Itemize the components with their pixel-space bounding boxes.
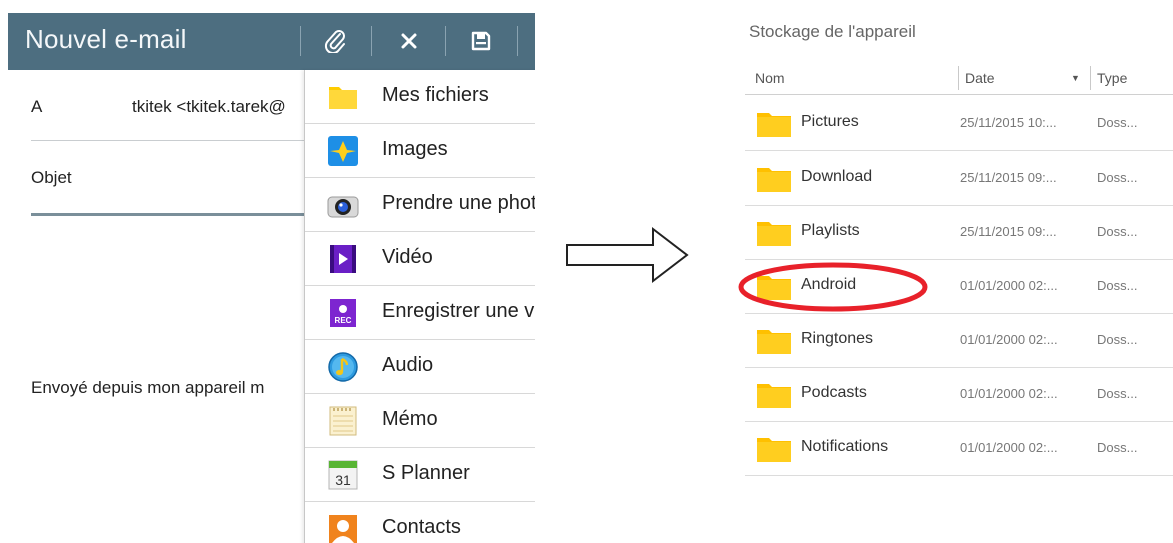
folder-date: 25/11/2015 09:... [960,170,1057,185]
compose-app-bar: Nouvel e-mail [8,13,535,70]
menu-item-label: Prendre une photo [382,192,535,214]
folder-icon [757,222,791,246]
menu-item-label: Contacts [382,516,461,538]
folder-name: Notifications [801,438,889,455]
folder-date: 01/01/2000 02:... [960,332,1058,347]
header-divider [745,94,1173,95]
svg-text:31: 31 [335,472,351,488]
record-video-icon: REC [330,299,356,327]
folder-icon [757,384,791,408]
camera-icon [327,196,359,218]
folder-date: 01/01/2000 02:... [960,440,1058,455]
video-icon [330,245,356,273]
column-divider [958,66,959,90]
discard-button[interactable] [391,25,427,57]
attach-menu: Mes fichiers Images Prendre une photo Vi… [304,70,535,543]
folder-name: Pictures [801,113,859,130]
folder-name: Playlists [801,222,860,239]
menu-item-label: Mémo [382,408,438,430]
menu-item-my-files[interactable]: Mes fichiers [305,70,535,124]
folder-name: Ringtones [801,330,874,347]
attach-button[interactable] [317,25,353,57]
paperclip-icon [324,30,345,53]
gallery-icon [328,136,358,166]
subject-field[interactable] [31,213,306,216]
folder-date: 01/01/2000 02:... [960,278,1058,293]
recipient-label: A [31,97,43,116]
sort-desc-icon[interactable]: ▼ [1071,73,1080,83]
folder-name: Download [801,168,873,185]
menu-item-video[interactable]: Vidéo [305,232,535,286]
folder-icon [329,87,357,109]
column-header-type[interactable]: Type [1097,70,1127,86]
folder-type: Doss... [1097,278,1138,293]
highlight-ellipse [738,262,928,312]
folder-row-podcasts[interactable]: Podcasts 01/01/2000 02:... Doss... [745,367,1173,422]
folder-type: Doss... [1097,224,1138,239]
folder-row-ringtones[interactable]: Ringtones 01/01/2000 02:... Doss... [745,313,1173,368]
svg-text:REC: REC [335,316,352,325]
storage-heading: Stockage de l'appareil [749,22,916,41]
folder-icon [757,438,791,462]
menu-item-label: Enregistrer une vidéo [382,300,535,322]
folder-row-download[interactable]: Download 25/11/2015 09:... Doss... [745,151,1173,206]
calendar-icon: 31 [328,460,358,490]
menu-item-contacts[interactable]: Contacts [305,502,535,543]
subject-label: Objet [31,168,72,187]
folder-type: Doss... [1097,440,1138,455]
menu-item-label: Audio [382,354,434,376]
menu-item-label: Vidéo [382,246,433,268]
contacts-icon [329,515,357,543]
menu-item-record-video[interactable]: REC Enregistrer une vidéo [305,286,535,340]
arrow-right-icon [566,226,689,284]
folder-type: Doss... [1097,386,1138,401]
menu-item-audio[interactable]: Audio [305,340,535,394]
folder-name: Podcasts [801,384,867,401]
save-icon [471,31,491,51]
folder-type: Doss... [1097,170,1138,185]
toolbar-separator [300,26,301,56]
folder-icon [757,168,791,192]
folder-icon [757,330,791,354]
toolbar-separator [445,26,446,56]
save-draft-button[interactable] [463,25,499,57]
column-header-name[interactable]: Nom [755,70,785,86]
column-divider [1090,66,1091,90]
menu-item-images[interactable]: Images [305,124,535,178]
close-icon [401,33,417,49]
folder-date: 01/01/2000 02:... [960,386,1058,401]
menu-item-take-photo[interactable]: Prendre une photo [305,178,535,232]
memo-icon [329,406,357,436]
menu-item-label: Images [382,138,448,160]
folder-icon [757,113,791,137]
compose-title: Nouvel e-mail [25,24,187,54]
menu-item-label: Mes fichiers [382,84,489,106]
column-header-date[interactable]: Date [965,70,995,86]
folder-row-notifications[interactable]: Notifications 01/01/2000 02:... Doss... [745,421,1173,476]
folder-type: Doss... [1097,332,1138,347]
recipient-field[interactable]: tkitek <tkitek.tarek@ [132,97,286,117]
folder-row-playlists[interactable]: Playlists 25/11/2015 09:... Doss... [745,205,1173,260]
folder-row-pictures[interactable]: Pictures 25/11/2015 10:... Doss... [745,96,1173,151]
folder-date: 25/11/2015 09:... [960,224,1057,239]
toolbar-separator [517,26,518,56]
signature-text: Envoyé depuis mon appareil m [31,378,265,397]
audio-icon [328,352,358,382]
compose-screen: Nouvel e-mail A tkitek <tkitek.tarek@ Ob… [8,13,535,543]
menu-item-s-planner[interactable]: 31 S Planner [305,448,535,502]
folder-date: 25/11/2015 10:... [960,115,1057,130]
menu-item-label: S Planner [382,462,470,484]
menu-item-memo[interactable]: Mémo [305,394,535,448]
divider [31,140,306,141]
folder-type: Doss... [1097,115,1138,130]
toolbar-separator [371,26,372,56]
